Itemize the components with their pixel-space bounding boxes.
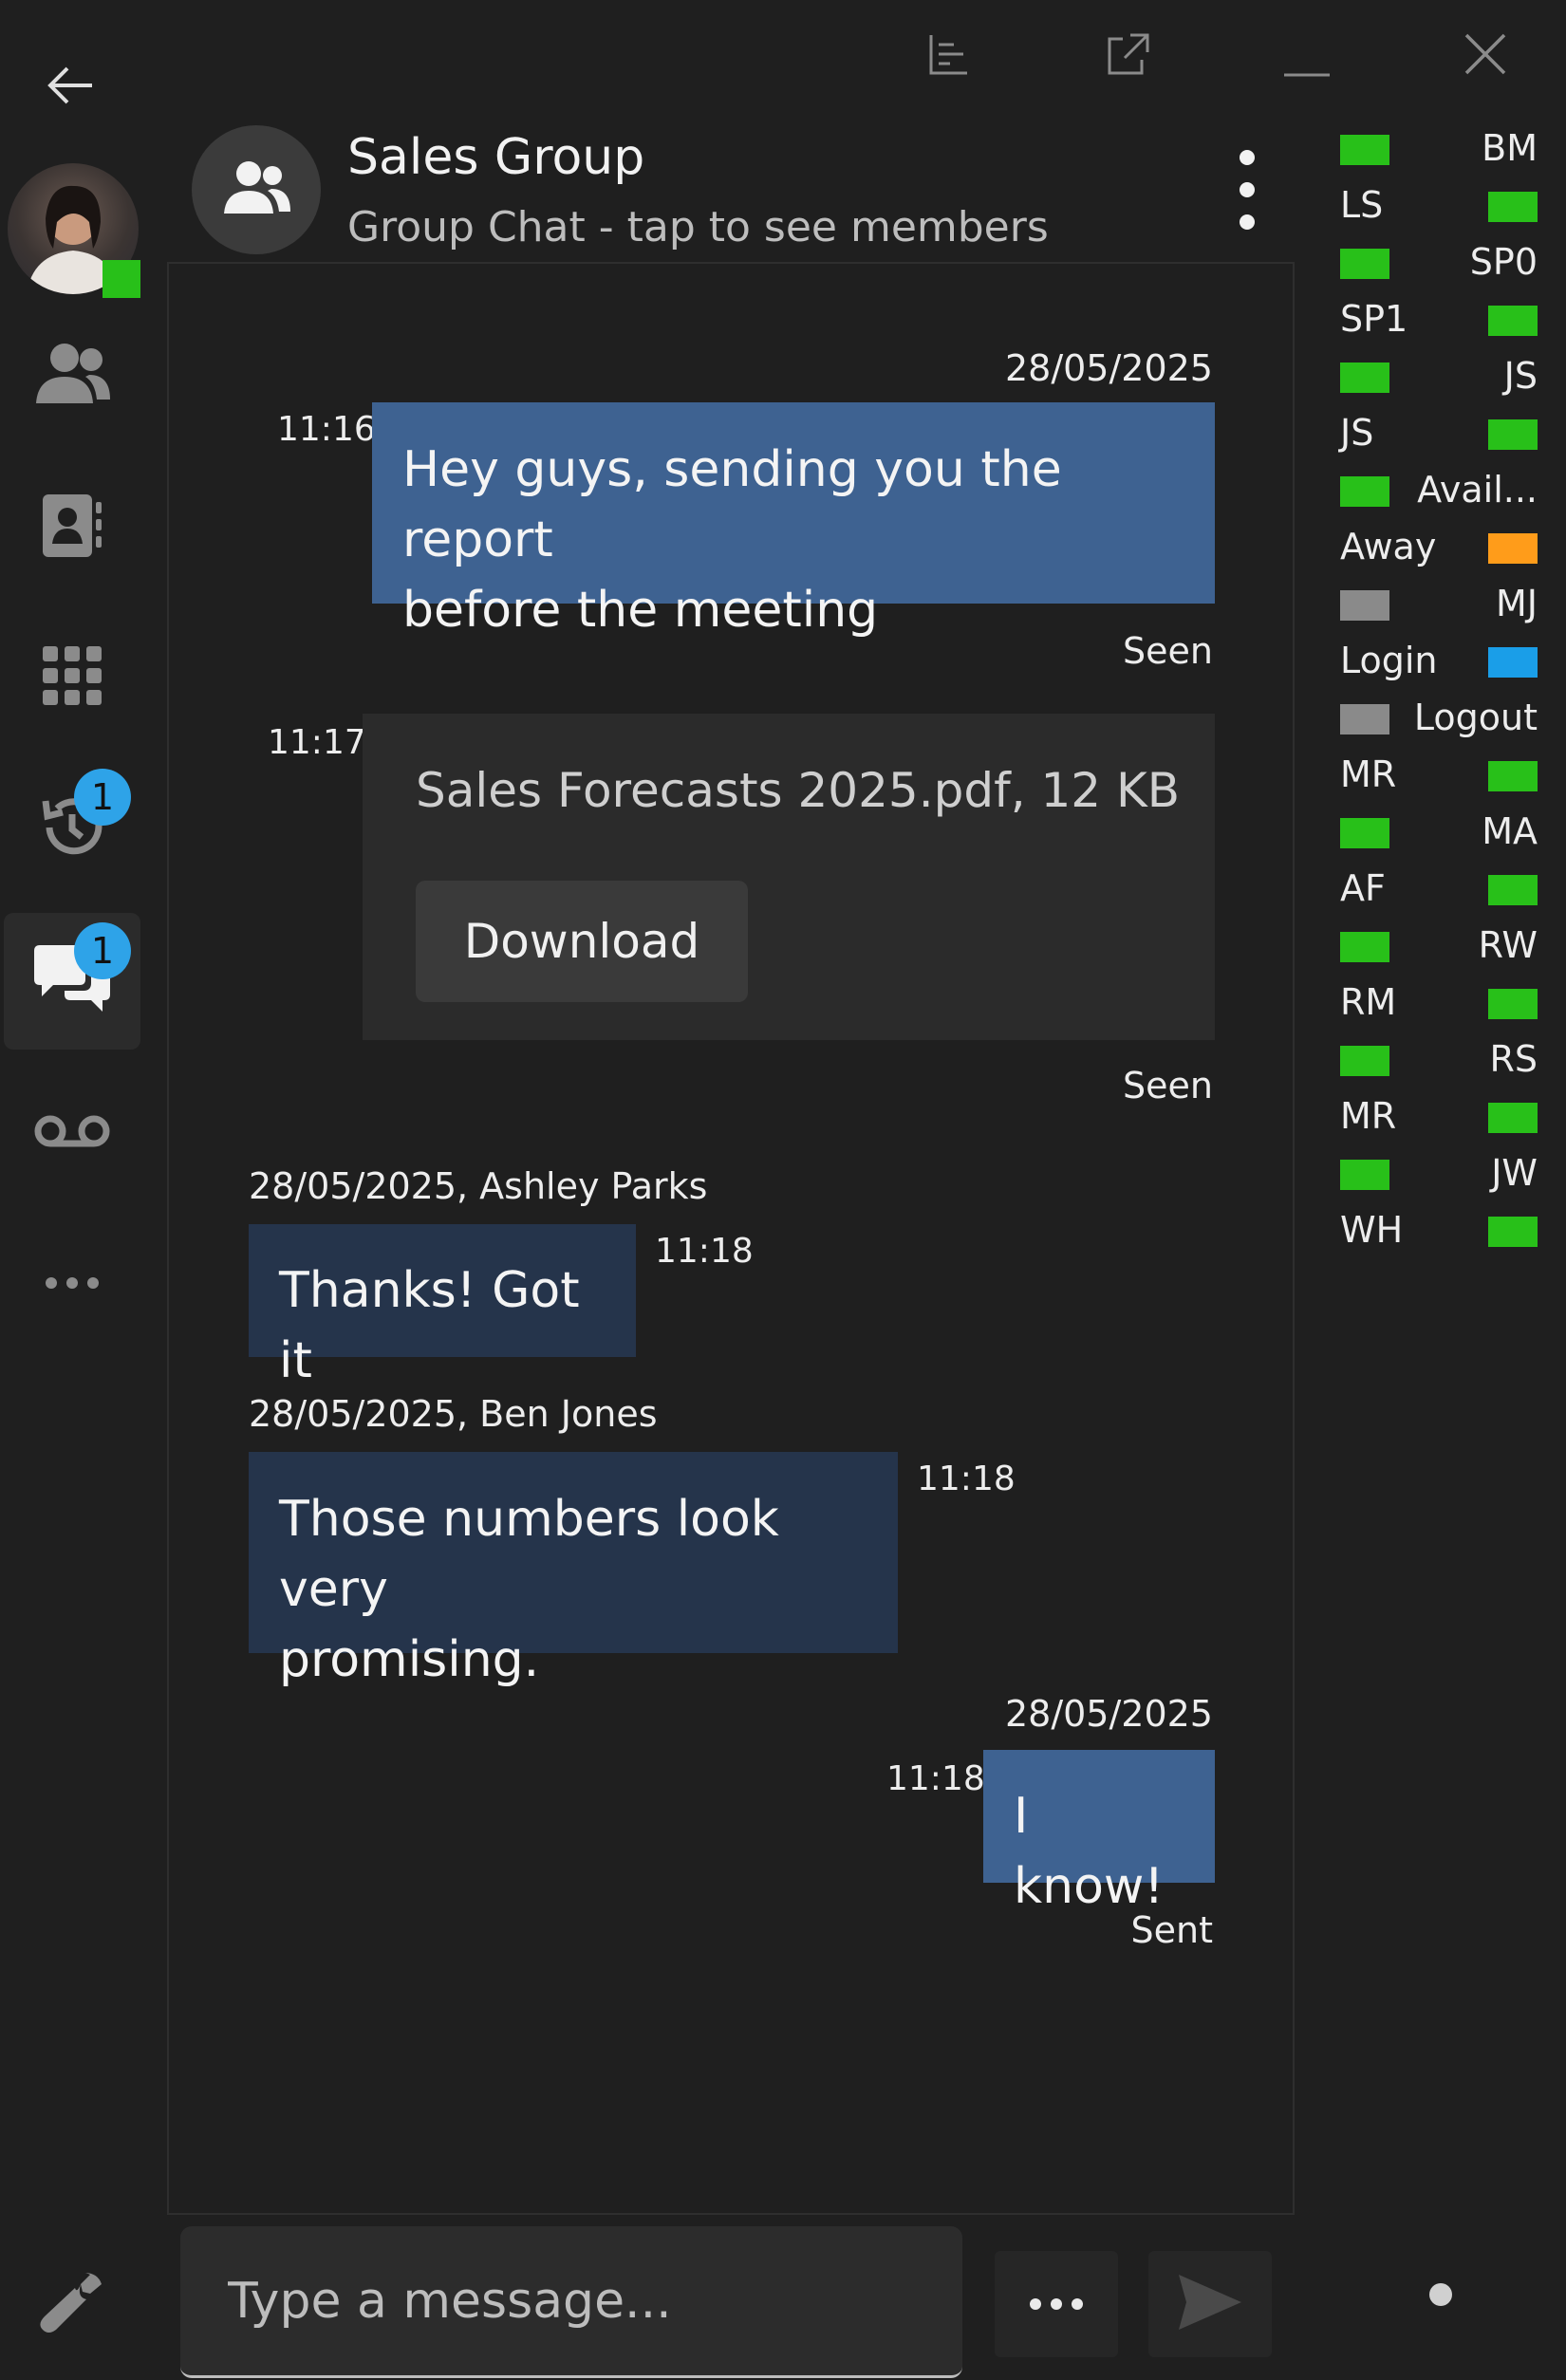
presence-label[interactable]: SP1 bbox=[1340, 298, 1408, 340]
presence-label[interactable]: RW bbox=[1479, 924, 1538, 966]
message-status: Seen bbox=[1123, 630, 1213, 672]
presence-label[interactable]: RM bbox=[1340, 981, 1396, 1023]
presence-label[interactable]: MJ bbox=[1496, 583, 1538, 624]
composer-more-button[interactable] bbox=[995, 2251, 1118, 2357]
presence-status-box bbox=[1488, 1217, 1538, 1247]
group-icon bbox=[220, 158, 292, 221]
presence-status-box bbox=[1488, 761, 1538, 791]
back-arrow-icon[interactable] bbox=[38, 52, 104, 119]
status-dot bbox=[1429, 2283, 1452, 2306]
popout-icon[interactable] bbox=[1093, 21, 1160, 87]
presence-status-box bbox=[1488, 875, 1538, 905]
minimize-icon[interactable] bbox=[1274, 21, 1340, 87]
dialpad-icon bbox=[43, 646, 102, 709]
file-name: Sales Forecasts 2025.pdf, 12 KB bbox=[416, 763, 1181, 818]
presence-status-box bbox=[1340, 363, 1389, 393]
message-sender-meta: 28/05/2025, Ben Jones bbox=[249, 1393, 658, 1435]
presence-status-box bbox=[1488, 192, 1538, 222]
message-list[interactable]: 28/05/2025 11:16 Hey guys, sending you t… bbox=[167, 262, 1295, 2213]
presence-status-box bbox=[1340, 249, 1389, 279]
presence-label[interactable]: MR bbox=[1340, 1095, 1396, 1137]
presence-status-box bbox=[1488, 419, 1538, 450]
download-button[interactable]: Download bbox=[416, 881, 748, 1002]
message-sender-meta: 28/05/2025, Ashley Parks bbox=[249, 1165, 708, 1207]
dialpad-nav-button[interactable] bbox=[4, 609, 140, 746]
contact-card-icon bbox=[41, 493, 103, 563]
incoming-message[interactable]: Thanks! Got it bbox=[249, 1224, 636, 1389]
file-attachment-card: Sales Forecasts 2025.pdf, 12 KB Download bbox=[363, 714, 1215, 1040]
presence-label[interactable]: JS bbox=[1340, 412, 1373, 454]
presence-label[interactable]: MA bbox=[1482, 810, 1538, 852]
presence-label[interactable]: Logout bbox=[1414, 697, 1538, 738]
send-button[interactable] bbox=[1148, 2251, 1272, 2357]
composer-divider bbox=[167, 2213, 1295, 2215]
message-date: 28/05/2025 bbox=[1004, 1693, 1213, 1735]
message-text-line: promising. bbox=[279, 1631, 540, 1688]
presence-label[interactable]: MR bbox=[1340, 753, 1396, 795]
message-input[interactable] bbox=[226, 2271, 962, 2331]
message-time: 11:18 bbox=[886, 1759, 985, 1798]
chat-title: Sales Group bbox=[347, 129, 645, 186]
contacts-nav-button[interactable] bbox=[4, 307, 140, 444]
chat-badge: 1 bbox=[74, 922, 131, 979]
presence-status-box bbox=[1340, 476, 1389, 507]
more-nav-button[interactable] bbox=[4, 1217, 140, 1353]
presence-label[interactable]: JS bbox=[1504, 355, 1538, 397]
message-time: 11:18 bbox=[655, 1232, 754, 1271]
message-text-line: Those numbers look very bbox=[279, 1491, 779, 1618]
more-horizontal-icon bbox=[44, 1275, 101, 1294]
presence-status-box bbox=[1488, 306, 1538, 336]
presence-status-box bbox=[1488, 989, 1538, 1019]
message-time: 11:18 bbox=[917, 1460, 1016, 1498]
group-members-link[interactable]: Group Chat - tap to see members bbox=[347, 203, 1049, 251]
presence-status-box bbox=[1340, 1160, 1389, 1190]
message-time: 11:16 bbox=[277, 410, 376, 449]
message-status: Sent bbox=[1130, 1909, 1213, 1951]
presence-label[interactable]: JW bbox=[1491, 1152, 1538, 1194]
presence-label[interactable]: LS bbox=[1340, 184, 1383, 226]
app-window: 1 1 Sales Group Group Chat - tap to see … bbox=[0, 0, 1566, 2380]
presence-label[interactable]: Login bbox=[1340, 640, 1438, 681]
presence-label[interactable]: AF bbox=[1340, 867, 1386, 909]
message-date: 28/05/2025 bbox=[1004, 347, 1213, 389]
presence-status-box bbox=[1488, 533, 1538, 564]
voicemail-nav-button[interactable] bbox=[4, 1065, 140, 1201]
presence-status-indicator bbox=[103, 260, 140, 298]
people-icon bbox=[32, 341, 112, 411]
group-avatar[interactable] bbox=[192, 125, 321, 254]
voicemail-icon bbox=[33, 1112, 111, 1154]
send-icon bbox=[1177, 2273, 1243, 2335]
message-time: 11:17 bbox=[268, 723, 366, 762]
incoming-message[interactable]: Those numbers look very promising. bbox=[249, 1452, 898, 1688]
message-text-line: before the meeting bbox=[402, 582, 879, 639]
chart-icon[interactable] bbox=[915, 21, 981, 87]
presence-label[interactable]: RS bbox=[1489, 1038, 1538, 1080]
presence-status-box bbox=[1340, 1046, 1389, 1076]
presence-status-box bbox=[1340, 818, 1389, 848]
presence-status-box bbox=[1340, 590, 1389, 621]
address-book-nav-button[interactable] bbox=[4, 459, 140, 596]
presence-status-box bbox=[1488, 647, 1538, 678]
wrench-icon bbox=[39, 2269, 105, 2339]
kebab-menu-icon[interactable] bbox=[1219, 150, 1276, 230]
presence-label[interactable]: Away bbox=[1340, 526, 1436, 567]
close-icon[interactable] bbox=[1452, 21, 1519, 87]
presence-label[interactable]: BM bbox=[1482, 127, 1538, 169]
message-status: Seen bbox=[1123, 1065, 1213, 1106]
history-badge: 1 bbox=[74, 769, 131, 826]
settings-nav-button[interactable] bbox=[4, 2236, 140, 2372]
presence-label[interactable]: SP0 bbox=[1470, 241, 1538, 283]
message-text-line: Hey guys, sending you the report bbox=[402, 441, 1062, 568]
presence-status-box bbox=[1340, 704, 1389, 734]
outgoing-message[interactable]: Hey guys, sending you the report before … bbox=[372, 402, 1215, 639]
message-input-box[interactable] bbox=[180, 2226, 962, 2378]
presence-status-box bbox=[1340, 135, 1389, 165]
presence-status-box bbox=[1488, 1103, 1538, 1133]
presence-label[interactable]: WH bbox=[1340, 1209, 1403, 1251]
outgoing-message[interactable]: I know! bbox=[983, 1750, 1215, 1915]
presence-status-box bbox=[1340, 932, 1389, 962]
presence-label[interactable]: Avail... bbox=[1417, 469, 1538, 511]
